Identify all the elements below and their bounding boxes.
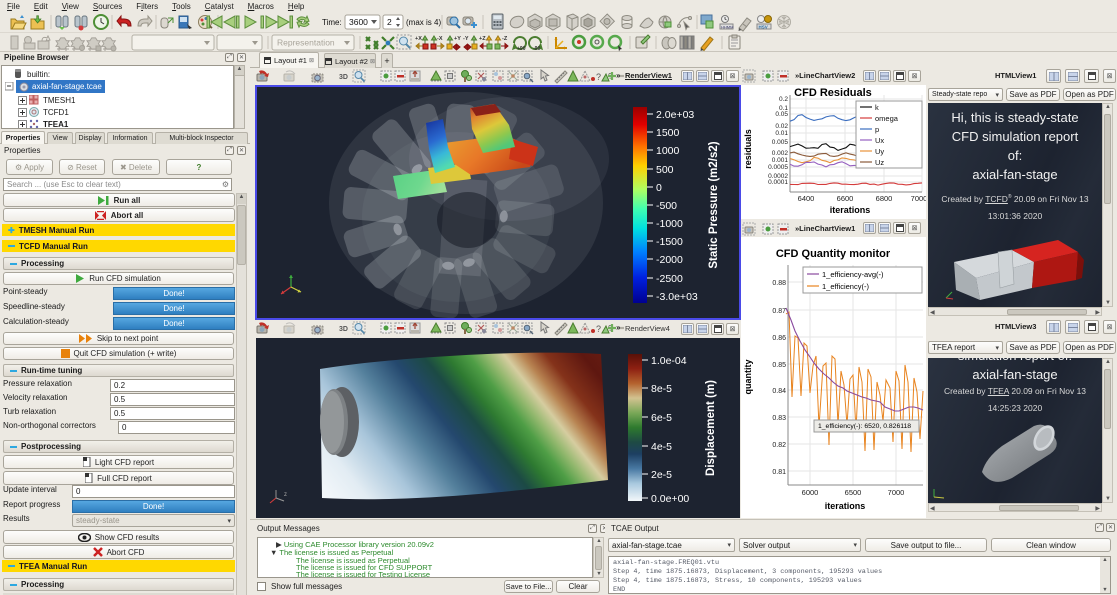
svg-text:Time:: Time: <box>322 18 342 27</box>
svg-text:2: 2 <box>387 17 392 27</box>
svg-text:500: 500 <box>656 164 674 176</box>
svg-text:iterations: iterations <box>830 205 871 215</box>
svg-text:-1500: -1500 <box>656 236 683 248</box>
svg-text:0.83: 0.83 <box>772 415 786 422</box>
svg-text:0.84: 0.84 <box>772 388 786 395</box>
svg-text:7000: 7000 <box>911 194 926 203</box>
svg-text:+X: +X <box>415 36 422 42</box>
svg-text:6e-5: 6e-5 <box>651 412 672 424</box>
svg-text:?: ? <box>596 72 601 82</box>
svg-text:k: k <box>875 103 879 112</box>
svg-text:1000: 1000 <box>656 145 680 157</box>
svg-text:0.0001: 0.0001 <box>768 179 788 186</box>
svg-text:residuals: residuals <box>743 129 753 169</box>
svg-text:Uy: Uy <box>875 147 884 156</box>
svg-text:Displacement (m): Displacement (m) <box>705 380 717 476</box>
svg-text:6600: 6600 <box>837 194 854 203</box>
svg-text:0.01: 0.01 <box>775 130 788 137</box>
svg-text:Representation: Representation <box>277 38 335 48</box>
svg-text:0.88: 0.88 <box>772 280 786 287</box>
svg-text:HSV: HSV <box>759 25 768 30</box>
svg-text:1500: 1500 <box>656 127 680 139</box>
svg-text:2.0e+03: 2.0e+03 <box>656 109 694 121</box>
svg-text:0.85: 0.85 <box>772 362 786 369</box>
svg-text:-2500: -2500 <box>656 273 683 285</box>
svg-text:CFD Residuals: CFD Residuals <box>794 87 872 99</box>
svg-text:4e-5: 4e-5 <box>651 441 672 453</box>
svg-text:z: z <box>284 492 287 498</box>
svg-text:0.002: 0.002 <box>772 150 789 157</box>
svg-text:-3.0e+03: -3.0e+03 <box>656 291 698 303</box>
svg-text:-X: -X <box>437 36 443 42</box>
svg-text:CFD Quantity monitor: CFD Quantity monitor <box>776 248 891 260</box>
svg-text:0.02: 0.02 <box>775 123 788 130</box>
svg-text:3D: 3D <box>339 326 348 333</box>
svg-text:6000: 6000 <box>802 488 819 497</box>
svg-text:0: 0 <box>656 182 662 194</box>
svg-text:6800: 6800 <box>876 194 893 203</box>
svg-text:1_efficiency-avg(-): 1_efficiency-avg(-) <box>822 270 884 279</box>
svg-text:1.0e-04: 1.0e-04 <box>651 355 687 367</box>
svg-text:-Y: -Y <box>463 36 469 42</box>
svg-text:(max is 4): (max is 4) <box>406 18 441 27</box>
svg-text:?: ? <box>596 324 601 334</box>
svg-text:0.81: 0.81 <box>772 469 786 476</box>
svg-text:HHMM: HHMM <box>721 25 733 30</box>
svg-text:3D: 3D <box>339 74 348 81</box>
svg-text:0.001: 0.001 <box>772 157 789 164</box>
svg-text:+Z: +Z <box>479 36 486 42</box>
svg-text:Uz: Uz <box>875 158 884 167</box>
svg-text:0.005: 0.005 <box>772 139 789 146</box>
svg-text:-1000: -1000 <box>656 218 683 230</box>
svg-text:8e-5: 8e-5 <box>651 383 672 395</box>
svg-text:0.82: 0.82 <box>772 442 786 449</box>
svg-text:0.0e+00: 0.0e+00 <box>651 493 689 505</box>
svg-text:0.05: 0.05 <box>775 111 788 118</box>
svg-text:6500: 6500 <box>845 488 862 497</box>
svg-text:2e-5: 2e-5 <box>651 469 672 481</box>
svg-text:1_efficiency(-): 1_efficiency(-) <box>822 282 869 291</box>
svg-text:Static Pressure (m2/s2): Static Pressure (m2/s2) <box>708 141 720 268</box>
svg-text:7000: 7000 <box>888 488 905 497</box>
svg-text:-2000: -2000 <box>656 254 683 266</box>
svg-text:0.87: 0.87 <box>772 308 786 315</box>
svg-text:quantity: quantity <box>743 360 753 395</box>
svg-text:0.0005: 0.0005 <box>768 164 788 171</box>
svg-text:+Y: +Y <box>454 36 461 42</box>
svg-text:0.86: 0.86 <box>772 335 786 342</box>
svg-text:6400: 6400 <box>798 194 815 203</box>
svg-text:omega: omega <box>875 114 899 123</box>
svg-text:-Z: -Z <box>502 36 508 42</box>
svg-text:0.2: 0.2 <box>779 96 788 103</box>
svg-text:Ux: Ux <box>875 136 884 145</box>
svg-text:3600: 3600 <box>349 17 368 27</box>
svg-text:p: p <box>875 125 879 134</box>
svg-text:1_efficiency(-): 6520, 0.82611: 1_efficiency(-): 6520, 0.826118 <box>818 423 911 430</box>
svg-text:-500: -500 <box>656 200 677 212</box>
svg-text:iterations: iterations <box>825 501 866 511</box>
